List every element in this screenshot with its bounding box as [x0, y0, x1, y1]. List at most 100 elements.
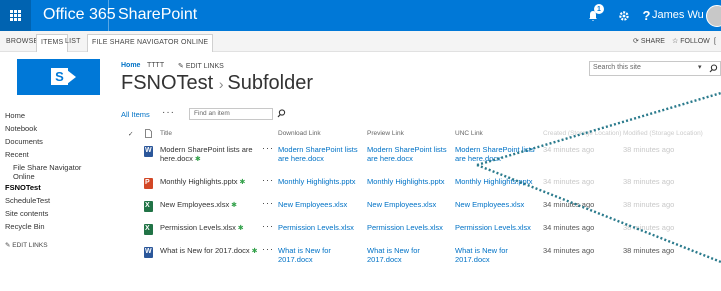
left-navigation: Home Notebook Documents Recent File Shar… — [5, 109, 105, 249]
column-header-modified[interactable]: Modified (Storage Location) — [623, 130, 703, 137]
row-more-options[interactable]: ··· — [262, 175, 274, 185]
follow-button[interactable]: ☆ FOLLOW — [672, 31, 710, 52]
row-more-options[interactable]: ··· — [262, 143, 274, 153]
unc-link[interactable]: Modern SharePoint lists are here.docx — [455, 145, 537, 163]
avatar[interactable] — [706, 5, 721, 27]
column-header-created[interactable]: Created (Storage Location) — [543, 130, 621, 137]
file-type-letter: X — [145, 202, 150, 209]
file-type-letter: W — [145, 248, 152, 255]
new-item-icon: ✱ — [229, 202, 238, 209]
row-more-options[interactable]: ··· — [262, 221, 274, 231]
site-search-box[interactable]: Search this site ▾ — [589, 61, 721, 76]
preview-link[interactable]: What is New for 2017.docx — [367, 246, 449, 264]
unc-link[interactable]: New Employees.xlsx — [455, 200, 537, 209]
download-link-line2: are here.docx — [278, 154, 324, 163]
column-header-download-link[interactable]: Download Link — [278, 130, 321, 137]
download-link[interactable]: Modern SharePoint lists are here.docx — [278, 145, 360, 163]
new-item-icon: ✱ — [235, 225, 244, 232]
nav-item-recycle-bin[interactable]: Recycle Bin — [5, 220, 105, 233]
find-item-placeholder: Find an item — [194, 110, 230, 117]
preview-link-line1: What is New for — [367, 246, 420, 255]
download-link[interactable]: Monthly Highlights.pptx — [278, 177, 360, 186]
topnav-home[interactable]: Home — [121, 62, 140, 69]
nav-item-site-contents[interactable]: Site contents — [5, 207, 105, 220]
user-name[interactable]: James Wu — [652, 9, 704, 21]
search-icon[interactable] — [709, 64, 718, 73]
download-link[interactable]: Permission Levels.xlsx — [278, 223, 360, 232]
nav-item-home[interactable]: Home — [5, 109, 105, 122]
select-all-checkmark[interactable]: ✓ — [128, 130, 133, 138]
search-scope-dropdown-icon[interactable]: ▾ — [698, 63, 702, 71]
row-title[interactable]: What is New for 2017.docx ✱ — [160, 246, 260, 256]
preview-link[interactable]: Monthly Highlights.pptx — [367, 177, 449, 186]
download-link[interactable]: New Employees.xlsx — [278, 200, 360, 209]
breadcrumb-parent[interactable]: FSNOTest — [121, 72, 213, 94]
view-more-options[interactable]: ··· — [162, 107, 175, 118]
row-title-line1: Modern SharePoint lists are — [160, 145, 253, 154]
nav-item-notebook[interactable]: Notebook — [5, 122, 105, 135]
app-launcher-button[interactable] — [0, 0, 31, 31]
preview-link[interactable]: New Employees.xlsx — [367, 200, 449, 209]
row-title[interactable]: New Employees.xlsx ✱ — [160, 200, 260, 210]
tab-file-share-navigator[interactable]: FILE SHARE NAVIGATOR ONLINE — [87, 34, 214, 52]
created-time: 34 minutes ago — [543, 145, 595, 154]
share-button[interactable]: ⟳ SHARE — [633, 31, 665, 52]
nav-item-documents[interactable]: Documents — [5, 135, 105, 148]
row-more-options[interactable]: ··· — [262, 244, 274, 254]
share-label: SHARE — [640, 38, 665, 45]
search-icon[interactable] — [277, 108, 286, 119]
column-header-preview-link[interactable]: Preview Link — [367, 130, 404, 137]
preview-link-line1: Modern SharePoint lists — [367, 145, 447, 154]
column-header-unc-link[interactable]: UNC Link — [455, 130, 483, 137]
created-time: 34 minutes ago — [543, 177, 595, 186]
new-item-icon: ✱ — [237, 179, 246, 186]
find-item-input[interactable]: Find an item — [189, 108, 286, 120]
nav-item-fsnotest[interactable]: FSNOTest — [5, 181, 105, 194]
breadcrumb-current: Subfolder — [227, 72, 313, 94]
unc-link[interactable]: Monthly Highlights.pptx — [455, 177, 537, 186]
notifications-button[interactable]: 1 — [577, 0, 608, 31]
topnav-edit-links[interactable]: ✎ EDIT LINKS — [178, 62, 224, 70]
unc-link[interactable]: Permission Levels.xlsx — [455, 223, 537, 232]
download-link[interactable]: What is New for 2017.docx — [278, 246, 360, 264]
preview-link[interactable]: Modern SharePoint lists are here.docx — [367, 145, 449, 163]
topnav-site[interactable]: TTTT — [147, 62, 164, 69]
row-title[interactable]: Modern SharePoint lists are here.docx ✱ — [160, 145, 260, 164]
focus-content-icon[interactable]: [ — [714, 31, 716, 52]
follow-label: FOLLOW — [680, 38, 710, 45]
row-title-line1: New Employees.xlsx — [160, 200, 230, 209]
sharepoint-app-title[interactable]: SharePoint — [118, 6, 197, 24]
view-all-items[interactable]: All Items — [121, 110, 150, 119]
column-header-title[interactable]: Title — [160, 130, 172, 137]
modified-time: 38 minutes ago — [623, 177, 675, 186]
site-search-placeholder: Search this site — [593, 64, 641, 71]
download-link-line1: What is New for — [278, 246, 331, 255]
tab-browse[interactable]: BROWSE — [6, 31, 38, 52]
modified-time: 38 minutes ago — [623, 200, 675, 209]
word-file-icon: W — [144, 146, 153, 157]
file-type-header-icon — [145, 129, 152, 138]
tab-items[interactable]: ITEMS — [36, 34, 69, 52]
office365-brand[interactable]: Office 365 — [43, 6, 116, 24]
notification-count-badge: 1 — [594, 4, 604, 14]
download-link-line1: Modern SharePoint lists — [278, 145, 358, 154]
nav-item-recent[interactable]: Recent — [5, 148, 105, 161]
page-title: FSNOTest › Subfolder — [121, 72, 313, 95]
row-title-line1: What is New for 2017.docx — [160, 246, 250, 255]
row-title[interactable]: Permission Levels.xlsx ✱ — [160, 223, 260, 233]
row-more-options[interactable]: ··· — [262, 198, 274, 208]
nav-item-scheduletest[interactable]: ScheduleTest — [5, 194, 105, 207]
unc-link-line1: Modern SharePoint lists — [455, 145, 535, 154]
unc-link[interactable]: What is New for 2017.docx — [455, 246, 537, 264]
preview-link-line2: are here.docx — [367, 154, 413, 163]
ppt-file-icon: P — [144, 178, 153, 189]
leftnav-edit-links[interactable]: ✎ EDIT LINKS — [5, 241, 105, 249]
site-logo[interactable]: S — [17, 59, 100, 95]
suite-bar-divider — [108, 0, 109, 31]
download-link-line1: Permission Levels.xlsx — [278, 223, 354, 232]
tab-list[interactable]: LIST — [65, 31, 81, 52]
row-title[interactable]: Monthly Highlights.pptx ✱ — [160, 177, 260, 187]
nav-item-file-share-navigator[interactable]: File Share Navigator Online — [5, 161, 83, 181]
preview-link[interactable]: Permission Levels.xlsx — [367, 223, 449, 232]
pencil-icon: ✎ — [178, 63, 184, 70]
